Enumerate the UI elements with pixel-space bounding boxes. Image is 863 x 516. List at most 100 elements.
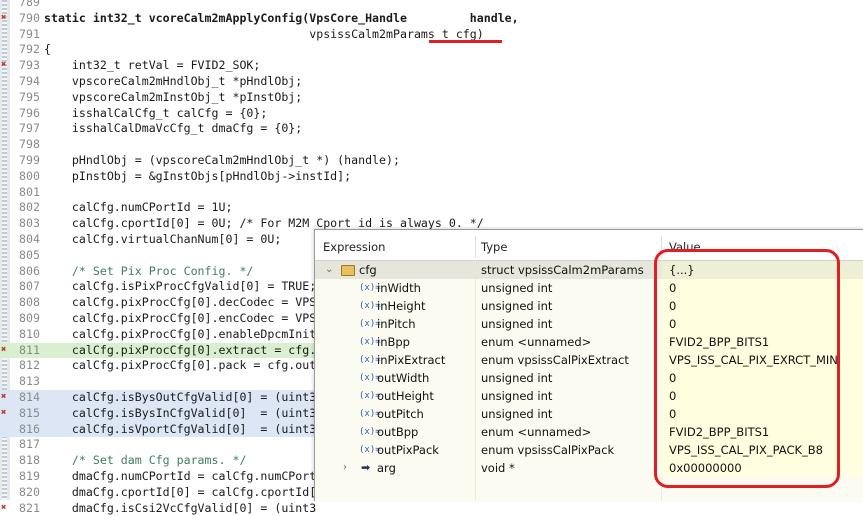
expression-type: enum <unnamed>: [481, 425, 592, 439]
line-number: 813: [19, 374, 40, 389]
code-text[interactable]: isshalCalDmaVcCfg_t dmaCfg = {0};: [44, 121, 302, 137]
code-text[interactable]: dmaCfg.cportId[0] = calCfg.cportId[: [44, 485, 316, 501]
line-number: 804: [19, 232, 40, 246]
error-marker-icon[interactable]: ✖: [1, 502, 11, 514]
expression-name: outHeight: [377, 389, 434, 403]
code-text[interactable]: pHndlObj = (vpscoreCalm2mHndlObj_t *) (h…: [44, 153, 400, 169]
expression-type: enum <unnamed>: [481, 335, 592, 349]
code-text[interactable]: dmaCfg.isCsi2VcCfgValid[0] = (uint3: [44, 501, 316, 516]
code-text[interactable]: calCfg.isPixProcCfgValid[0] = TRUE;: [44, 279, 316, 295]
line-number: 820: [19, 484, 40, 499]
pointer-arrow-icon: ➡: [361, 461, 371, 474]
code-text[interactable]: vpsissCalm2mParams_t cfg): [44, 27, 484, 43]
folder-icon: [341, 265, 355, 276]
code-text[interactable]: calCfg.pixProcCfg[0].pack = cfg.out: [44, 358, 316, 374]
collapse-chevron-icon[interactable]: ⌄: [325, 261, 333, 279]
error-marker-icon[interactable]: ✖: [1, 344, 11, 356]
line-number: 803: [19, 216, 40, 231]
column-expression-header[interactable]: Expression: [323, 240, 385, 254]
expression-name: outWidth: [377, 371, 430, 385]
line-number: 815: [19, 405, 40, 420]
code-text[interactable]: calCfg.pixProcCfg[0].encCodec = VPS: [44, 311, 316, 327]
line-number: 809: [19, 311, 40, 325]
expression-name: outPixPack: [377, 443, 439, 457]
line-number: 812: [19, 358, 40, 373]
expression-name: inPitch: [377, 317, 416, 331]
line-number: 802: [19, 200, 40, 215]
code-text[interactable]: int32_t retVal = FVID2_SOK;: [44, 58, 260, 74]
expression-name: outPitch: [377, 407, 424, 421]
line-number: 797: [19, 121, 40, 136]
code-line: 798: [0, 137, 863, 153]
expression-type: struct vpsissCalm2mParams: [481, 263, 644, 277]
line-number: 789: [19, 0, 40, 9]
code-text[interactable]: vpscoreCalm2mHndlObj_t *pHndlObj;: [44, 74, 302, 90]
line-number: 817: [19, 437, 40, 452]
code-text[interactable]: /* Set dam Cfg params. */: [44, 453, 247, 469]
error-marker-icon[interactable]: ✖: [1, 12, 11, 24]
code-text[interactable]: calCfg.numCPortId = 1U;: [44, 200, 233, 216]
expression-type: unsigned int: [481, 299, 553, 313]
code-line: 802 calCfg.numCPortId = 1U;: [0, 200, 863, 216]
expression-name: arg: [377, 461, 396, 475]
code-line: ✖ 793 int32_t retVal = FVID2_SOK;: [0, 58, 863, 74]
code-line: 799 pHndlObj = (vpscoreCalm2mHndlObj_t *…: [0, 153, 863, 169]
line-number: 816: [19, 421, 40, 436]
annotation-value-box: [654, 249, 840, 488]
code-text[interactable]: calCfg.pixProcCfg[0].decCodec = VPS: [44, 295, 316, 311]
code-line: 800 pInstObj = &gInstObjs[pHndlObj->inst…: [0, 169, 863, 185]
code-text[interactable]: calCfg.isBysOutCfgValid[0] = (uint3: [44, 390, 316, 406]
line-number: 810: [19, 326, 40, 341]
code-text[interactable]: /* Set Pix Proc Config. */: [44, 264, 254, 280]
code-line: 795 vpscoreCalm2mInstObj_t *pInstObj;: [0, 90, 863, 106]
expression-name: inWidth: [377, 281, 421, 295]
line-number: 800: [19, 168, 40, 183]
line-number: 806: [19, 263, 40, 278]
expression-type: unsigned int: [481, 281, 553, 295]
column-type-header[interactable]: Type: [481, 240, 507, 254]
code-line: 794 vpscoreCalm2mHndlObj_t *pHndlObj;: [0, 74, 863, 90]
code-text[interactable]: isshalCalCfg_t calCfg = {0};: [44, 106, 267, 122]
code-text[interactable]: pInstObj = &gInstObjs[pHndlObj->instId];: [44, 169, 351, 185]
line-number: 814: [19, 390, 40, 404]
expression-type: unsigned int: [481, 371, 553, 385]
line-number: 818: [19, 453, 40, 468]
expression-name: inHeight: [377, 299, 426, 313]
code-text[interactable]: calCfg.pixProcCfg[0].enableDpcmInit: [44, 327, 316, 343]
expression-name: inBpp: [377, 335, 410, 349]
error-marker-icon[interactable]: ✖: [1, 391, 11, 403]
code-text[interactable]: static int32_t vcoreCalm2mApplyConfig(Vp…: [44, 11, 519, 27]
line-number: 795: [19, 89, 40, 104]
line-number: 811: [19, 342, 40, 357]
expression-type: void *: [481, 461, 515, 475]
line-number: 805: [19, 247, 40, 262]
expand-chevron-icon[interactable]: ›: [343, 459, 347, 477]
code-line: 797 isshalCalDmaVcCfg_t dmaCfg = {0};: [0, 121, 863, 137]
line-number: 792: [19, 42, 40, 57]
code-text[interactable]: calCfg.virtualChanNum[0] = 0U;: [44, 232, 281, 248]
code-text[interactable]: calCfg.pixProcCfg[0].extract = cfg.: [44, 343, 316, 359]
expression-name: cfg: [359, 263, 377, 277]
code-text[interactable]: vpscoreCalm2mInstObj_t *pInstObj;: [44, 90, 302, 106]
code-line: 801: [0, 185, 863, 201]
expression-type: enum vpsissCalPixExtract: [481, 353, 629, 367]
expression-name: outBpp: [377, 425, 419, 439]
error-marker-icon[interactable]: ✖: [1, 59, 11, 71]
line-number: 793: [19, 58, 40, 73]
code-line: 789: [0, 0, 863, 11]
line-number: 819: [19, 469, 40, 483]
line-number: 790: [19, 10, 40, 25]
expression-type: unsigned int: [481, 407, 553, 421]
expression-type: enum vpsissCalPixPack: [481, 443, 615, 457]
code-line: 796 isshalCalCfg_t calCfg = {0};: [0, 106, 863, 122]
code-text[interactable]: calCfg.isVportCfgValid[0] = (uint3: [44, 422, 316, 438]
code-text[interactable]: {: [44, 42, 51, 58]
line-number: 799: [19, 153, 40, 167]
code-text[interactable]: dmaCfg.numCPortId = calCfg.numCPort: [44, 469, 316, 485]
code-line: 792 {: [0, 42, 863, 58]
line-number: 821: [19, 500, 40, 515]
line-number: 796: [19, 105, 40, 120]
line-number: 808: [19, 295, 40, 310]
code-text[interactable]: calCfg.isBysInCfgValid[0] = (uint3: [44, 406, 316, 422]
error-marker-icon[interactable]: ✖: [1, 407, 11, 419]
